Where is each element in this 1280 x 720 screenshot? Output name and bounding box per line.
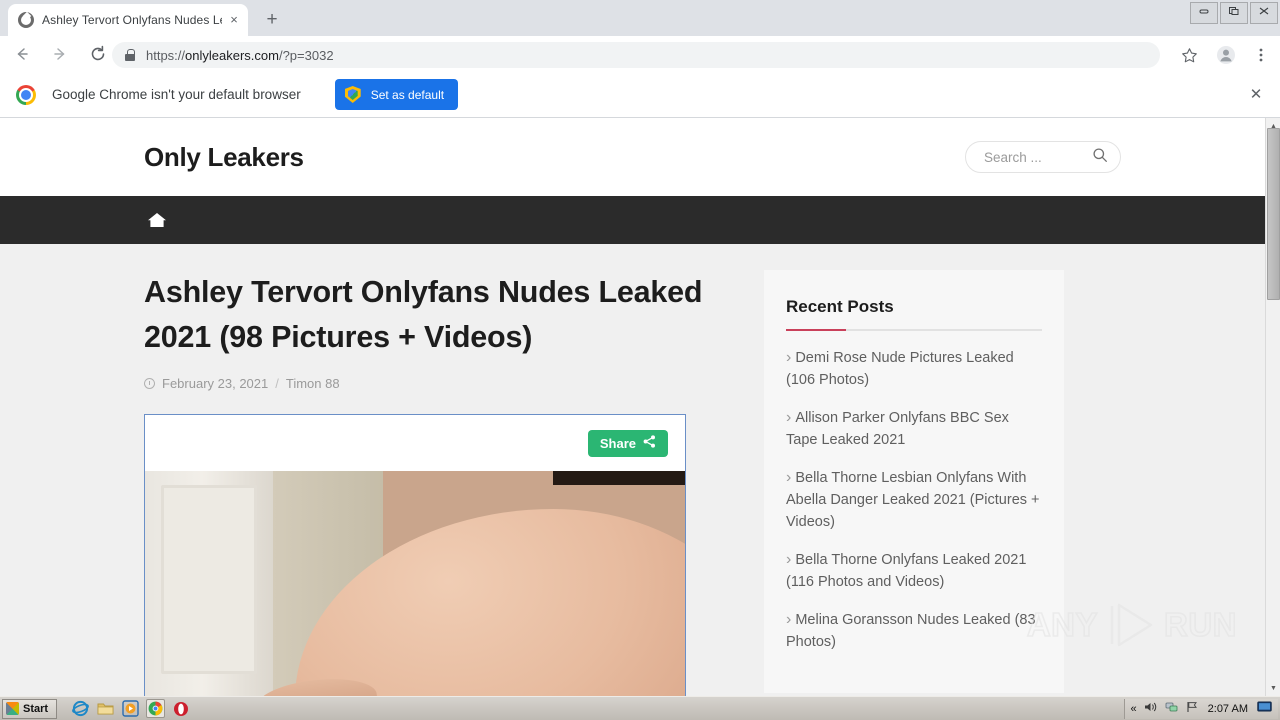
list-item: › Bella Thorne Lesbian Onlyfans With Abel… [786, 467, 1042, 533]
window-controls [1188, 0, 1278, 26]
chevron-right-icon: › [786, 469, 792, 486]
recent-posts-list: › Demi Rose Nude Pictures Leaked (106 Pho… [786, 347, 1042, 653]
home-icon[interactable] [144, 207, 170, 233]
page-viewport: Only Leakers Ashley Tervort Onlyfans Nud… [0, 118, 1265, 696]
shield-icon [344, 86, 361, 103]
volume-icon[interactable] [1144, 701, 1158, 716]
secure-lock-icon [124, 49, 136, 61]
page-scrollbar[interactable]: ▲ ▼ [1265, 118, 1280, 696]
explorer-folder-icon[interactable] [96, 699, 115, 718]
recent-post-link[interactable]: Bella Thorne Onlyfans Leaked 2021 (116 P… [786, 552, 1026, 590]
flag-icon[interactable] [1186, 701, 1199, 716]
widget-title-rule [786, 329, 1042, 331]
tray-chevron-icon[interactable]: « [1131, 703, 1137, 715]
post-author[interactable]: Timon 88 [286, 376, 340, 391]
browser-menu-icon[interactable] [1248, 42, 1274, 68]
embed-toolbar: Share [145, 415, 685, 471]
recent-post-link[interactable]: Allison Parker Onlyfans BBC Sex Tape Lea… [786, 410, 1009, 448]
media-player-icon[interactable] [121, 699, 140, 718]
list-item: › Allison Parker Onlyfans BBC Sex Tape Le… [786, 407, 1042, 451]
quick-launch-bar [71, 699, 190, 718]
post-meta: February 23, 2021 / Timon 88 [144, 376, 714, 391]
site-header: Only Leakers [0, 118, 1265, 196]
monitor-icon[interactable] [1257, 701, 1272, 716]
opera-icon[interactable] [171, 699, 190, 718]
meta-separator: / [275, 376, 279, 391]
windows-taskbar: Start « 2:07 AM [0, 696, 1280, 720]
page-title: Ashley Tervort Onlyfans Nudes Leaked 202… [144, 275, 703, 354]
search-input[interactable] [982, 148, 1082, 166]
recent-post-link[interactable]: Demi Rose Nude Pictures Leaked (106 Phot… [786, 350, 1014, 388]
set-as-default-button[interactable]: Set as default [334, 79, 459, 110]
list-item: › Demi Rose Nude Pictures Leaked (106 Pho… [786, 347, 1042, 391]
list-item: › Melina Goransson Nudes Leaked (83 Photo… [786, 609, 1042, 653]
browser-tab[interactable]: Ashley Tervort Onlyfans Nudes Leak × [8, 4, 248, 36]
embed-media-door [145, 471, 273, 696]
profile-avatar-icon[interactable] [1213, 42, 1239, 68]
screen: Ashley Tervort Onlyfans Nudes Leak × + h… [0, 0, 1280, 720]
tray-clock[interactable]: 2:07 AM [1208, 703, 1248, 715]
back-button[interactable] [6, 38, 38, 70]
close-button[interactable] [1250, 2, 1278, 24]
browser-tab-title: Ashley Tervort Onlyfans Nudes Leak [42, 13, 222, 27]
sidebar: Recent Posts › Demi Rose Nude Pictures Le… [764, 270, 1064, 696]
infobar-close-icon[interactable]: ✕ [1246, 85, 1266, 105]
minimize-button[interactable] [1190, 2, 1218, 24]
opera-icon [18, 12, 34, 28]
recent-post-link[interactable]: Bella Thorne Lesbian Onlyfans With Abell… [786, 470, 1040, 530]
chevron-right-icon: › [786, 551, 792, 568]
scroll-down-icon[interactable]: ▼ [1266, 680, 1280, 696]
post-date: February 23, 2021 [162, 376, 269, 391]
browser-toolbar: https://onlyleakers.com/?p=3032 [0, 36, 1280, 72]
address-bar[interactable]: https://onlyleakers.com/?p=3032 [112, 42, 1160, 68]
address-bar-url: https://onlyleakers.com/?p=3032 [146, 47, 334, 63]
infobar-message: Google Chrome isn't your default browser [52, 87, 301, 102]
start-label: Start [23, 702, 49, 715]
network-icon[interactable] [1165, 701, 1179, 716]
system-tray: « 2:07 AM [1123, 698, 1278, 719]
scrollbar-thumb[interactable] [1267, 128, 1280, 300]
default-browser-infobar: Google Chrome isn't your default browser… [0, 72, 1280, 118]
share-icon [643, 435, 656, 451]
video-embed[interactable]: Share [144, 414, 686, 696]
chevron-right-icon: › [786, 349, 792, 366]
search-box[interactable] [965, 141, 1121, 173]
embed-media-shadow [553, 471, 685, 485]
bookmark-star-icon[interactable] [1176, 42, 1202, 68]
recent-post-link[interactable]: Melina Goransson Nudes Leaked (83 Photos… [786, 612, 1036, 650]
share-button[interactable]: Share [587, 429, 668, 457]
search-icon[interactable] [1092, 147, 1108, 168]
article: Ashley Tervort Onlyfans Nudes Leaked 202… [144, 270, 714, 696]
chevron-right-icon: › [786, 409, 792, 426]
internet-explorer-icon[interactable] [71, 699, 90, 718]
share-label: Share [599, 435, 636, 451]
chrome-icon[interactable] [146, 699, 166, 718]
start-button[interactable]: Start [2, 698, 58, 719]
widget-title: Recent Posts [786, 297, 894, 316]
site-navbar [0, 196, 1265, 244]
embed-media[interactable] [145, 471, 685, 696]
windows-flag-icon [6, 702, 19, 715]
clock-icon [144, 378, 155, 389]
recent-posts-widget: Recent Posts › Demi Rose Nude Pictures Le… [764, 270, 1064, 693]
restore-button[interactable] [1220, 2, 1248, 24]
close-icon[interactable]: × [226, 12, 242, 28]
chrome-icon [16, 84, 36, 105]
chevron-right-icon: › [786, 611, 792, 628]
reload-button[interactable] [82, 38, 114, 70]
site-title: Only Leakers [144, 141, 304, 172]
browser-tab-strip: Ashley Tervort Onlyfans Nudes Leak × + [0, 0, 1280, 36]
page-content: Ashley Tervort Onlyfans Nudes Leaked 202… [0, 244, 1265, 696]
new-tab-button[interactable]: + [258, 6, 286, 34]
set-as-default-label: Set as default [370, 87, 445, 102]
list-item: › Bella Thorne Onlyfans Leaked 2021 (116 … [786, 549, 1042, 593]
forward-button[interactable] [44, 38, 76, 70]
